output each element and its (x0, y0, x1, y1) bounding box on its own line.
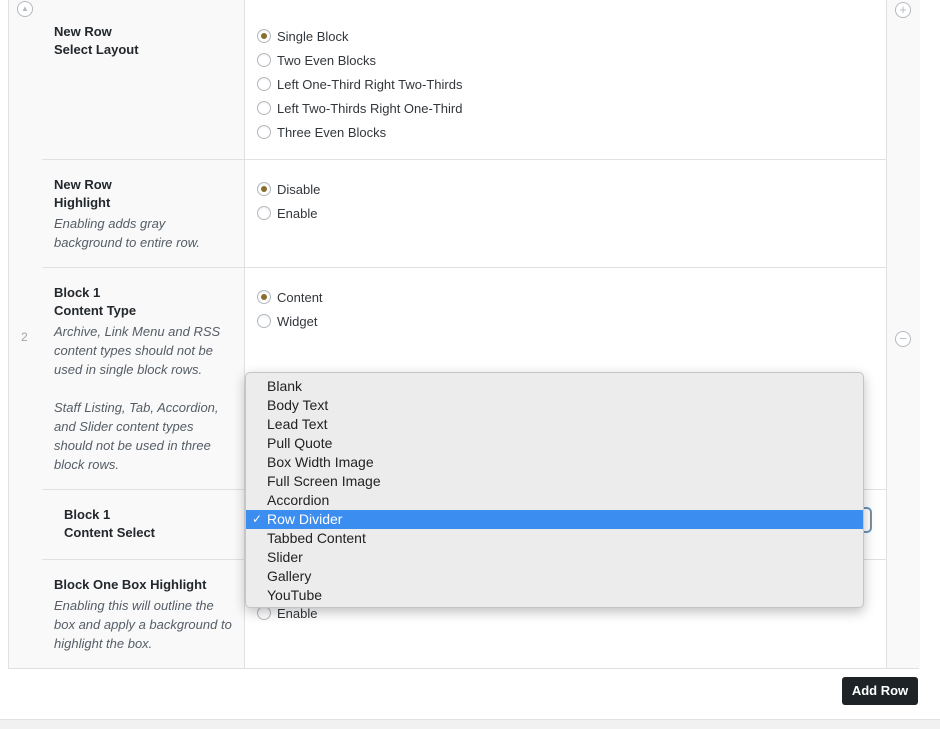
radio[interactable] (257, 606, 271, 620)
menu-option[interactable]: Pull Quote (246, 434, 863, 453)
radio[interactable] (257, 125, 271, 139)
option-label: Left Two-Thirds Right One-Third (277, 100, 463, 116)
radio-checked[interactable] (257, 29, 271, 43)
layout-label: New Row Select Layout (42, 0, 245, 160)
option-label: Disable (277, 181, 321, 197)
menu-option[interactable]: Accordion (246, 491, 863, 510)
menu-option-selected[interactable]: ✓ Row Divider (246, 510, 863, 529)
layout-option[interactable]: Three Even Blocks (257, 122, 386, 142)
content-type-description-2: Staff Listing, Tab, Accordion, and Slide… (54, 400, 219, 472)
content-type-label: Block 1 Content Type Archive, Link Menu … (42, 268, 245, 490)
layout-option[interactable]: Single Block (257, 26, 349, 46)
menu-option[interactable]: Slider (246, 548, 863, 567)
menu-option[interactable]: Gallery (246, 567, 863, 586)
layout-title-1: New Row (54, 24, 112, 39)
highlight-title-1: New Row (54, 177, 112, 192)
menu-option[interactable]: Blank (246, 377, 863, 396)
content-type-option[interactable]: Widget (257, 311, 317, 331)
content-select-title-2: Content Select (64, 525, 156, 540)
option-label: Widget (277, 313, 318, 329)
row-number: 2 (21, 330, 28, 344)
add-row-button[interactable]: Add Row (842, 677, 918, 705)
option-label: Content (277, 289, 323, 305)
option-label: Single Block (277, 28, 349, 44)
remove-row-icon[interactable]: − (895, 331, 911, 347)
option-label: Three Even Blocks (277, 124, 387, 140)
menu-option[interactable]: Box Width Image (246, 453, 863, 472)
box-highlight-title: Block One Box Highlight (54, 577, 207, 592)
content-select-title-1: Block 1 (64, 507, 111, 522)
menu-option[interactable]: Full Screen Image (246, 472, 863, 491)
checkmark-icon: ✓ (252, 512, 263, 526)
layout-title-2: Select Layout (54, 42, 139, 57)
highlight-title-2: Highlight (54, 195, 111, 210)
radio[interactable] (257, 77, 271, 91)
content-select-menu[interactable]: Blank Body Text Lead Text Pull Quote Box… (245, 372, 864, 608)
option-label: Two Even Blocks (277, 52, 376, 68)
menu-option[interactable]: Tabbed Content (246, 529, 863, 548)
content-type-description-1: Archive, Link Menu and RSS content types… (54, 324, 221, 377)
content-select-label: Block 1 Content Select (42, 490, 245, 560)
layout-option[interactable]: Left One-Third Right Two-Thirds (257, 74, 462, 94)
radio-checked[interactable] (257, 290, 271, 304)
radio[interactable] (257, 53, 271, 67)
content-type-option[interactable]: Content (257, 287, 323, 307)
highlight-option[interactable]: Disable (257, 179, 320, 199)
content-type-title-1: Block 1 (54, 285, 101, 300)
menu-option[interactable]: Body Text (246, 396, 863, 415)
selected-option-label: Row Divider (267, 511, 343, 527)
option-label: Enable (277, 205, 318, 221)
add-row-icon[interactable]: + (895, 2, 911, 18)
menu-option[interactable]: Lead Text (246, 415, 863, 434)
layout-option[interactable]: Two Even Blocks (257, 50, 376, 70)
layout-option[interactable]: Left Two-Thirds Right One-Third (257, 98, 462, 118)
box-highlight-description: Enabling this will outline the box and a… (54, 598, 232, 651)
highlight-field: Disable Enable (245, 160, 886, 268)
menu-option[interactable]: YouTube (246, 586, 863, 605)
radio[interactable] (257, 314, 271, 328)
row-actions: + − (886, 0, 920, 668)
radio[interactable] (257, 101, 271, 115)
box-highlight-label: Block One Box Highlight Enabling this wi… (42, 560, 245, 668)
move-up-icon[interactable]: ▲ (17, 1, 33, 17)
radio-checked[interactable] (257, 182, 271, 196)
highlight-description: Enabling adds gray background to entire … (54, 216, 200, 250)
row-handle[interactable]: ▲ 2 (9, 0, 43, 668)
highlight-option[interactable]: Enable (257, 203, 317, 223)
option-label: Left One-Third Right Two-Thirds (277, 76, 463, 92)
content-type-title-2: Content Type (54, 303, 137, 318)
radio[interactable] (257, 206, 271, 220)
layout-field: Single Block Two Even Blocks Left One-Th… (245, 0, 886, 160)
highlight-label: New Row Highlight Enabling adds gray bac… (42, 160, 245, 268)
